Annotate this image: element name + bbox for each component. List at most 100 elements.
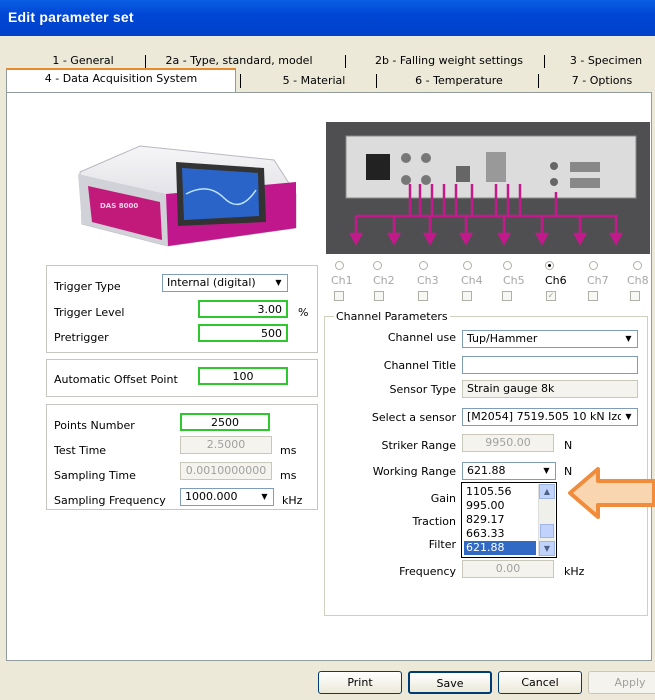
channel-label-8: Ch8 xyxy=(627,274,649,287)
striker-range-label: Striker Range xyxy=(381,439,456,452)
channel-radio-7[interactable] xyxy=(589,261,598,270)
tab-material[interactable]: 5 - Material xyxy=(256,72,372,90)
offset-input[interactable]: 100 xyxy=(198,367,288,385)
trigger-type-value: Internal (digital) xyxy=(167,276,256,289)
tab-falling-weight[interactable]: 2b - Falling weight settings xyxy=(361,52,537,70)
device-logo-text: DAS 8000 xyxy=(100,202,138,210)
channel-use-select[interactable]: Tup/Hammer ▼ xyxy=(462,330,638,348)
print-button[interactable]: Print xyxy=(318,671,402,694)
title-bar: Edit parameter set xyxy=(0,0,655,36)
working-range-label: Working Range xyxy=(372,465,456,478)
trigger-level-input[interactable]: 3.00 xyxy=(198,300,288,318)
frequency-label: Frequency xyxy=(399,565,456,578)
channel-radio-6[interactable] xyxy=(545,261,554,270)
channel-title-input[interactable] xyxy=(462,356,638,374)
orange-arrow-icon xyxy=(568,467,655,519)
window-title: Edit parameter set xyxy=(8,9,134,25)
striker-range-input: 9950.00 xyxy=(462,434,554,452)
trigger-level-label: Trigger Level xyxy=(54,306,125,319)
tab-data-acquisition[interactable]: 4 - Data Acquisition System xyxy=(6,68,236,92)
channel-radio-3[interactable] xyxy=(419,261,428,270)
channel-checkbox-3[interactable] xyxy=(418,291,428,301)
channel-label-5: Ch5 xyxy=(503,274,525,287)
sampling-frequency-unit: kHz xyxy=(282,494,303,507)
dropdown-scrollbar[interactable]: ▲ ▼ xyxy=(538,484,555,556)
filter-label: Filter xyxy=(428,538,456,551)
device-image: DAS 8000 xyxy=(48,124,316,254)
dropdown-option[interactable]: 1105.56 xyxy=(464,485,536,499)
sampling-frequency-value: 1000.000 xyxy=(185,490,238,503)
save-button[interactable]: Save xyxy=(408,671,492,694)
channel-checkbox-2[interactable] xyxy=(374,291,384,301)
chevron-down-icon: ▼ xyxy=(271,276,286,290)
sampling-time-unit: ms xyxy=(280,469,297,482)
apply-button[interactable]: Apply xyxy=(588,671,655,694)
frequency-unit: kHz xyxy=(564,565,585,578)
channel-checkbox-6[interactable]: ✓ xyxy=(546,291,556,301)
sensor-select[interactable]: [M2054] 7519.505 10 kN Izod ▼ xyxy=(462,408,638,426)
channel-label-6: Ch6 xyxy=(545,274,567,287)
trigger-type-select[interactable]: Internal (digital) ▼ xyxy=(162,274,288,292)
scroll-down-icon[interactable]: ▼ xyxy=(539,541,555,556)
chevron-down-icon: ▼ xyxy=(539,464,554,478)
dropdown-option[interactable]: 995.00 xyxy=(464,499,536,513)
sampling-frequency-select[interactable]: 1000.000 ▼ xyxy=(180,488,274,506)
channel-checkbox-1[interactable] xyxy=(334,291,344,301)
channel-use-label: Channel use xyxy=(387,331,456,344)
scroll-up-icon[interactable]: ▲ xyxy=(539,484,555,499)
working-range-value: 621.88 xyxy=(467,464,506,477)
channel-radio-1[interactable] xyxy=(335,261,344,270)
tab-separator xyxy=(538,74,539,88)
tab-separator xyxy=(145,55,146,68)
channel-checkbox-5[interactable] xyxy=(502,291,512,301)
channel-title-label: Channel Title xyxy=(383,359,456,372)
das-device-illustration: DAS 8000 xyxy=(78,145,297,247)
channel-radio-4[interactable] xyxy=(463,261,472,270)
chevron-down-icon: ▼ xyxy=(257,490,272,504)
working-range-dropdown-list[interactable]: 1105.56 995.00 829.17 663.33 621.88 ▲ ▼ xyxy=(461,482,557,558)
tab-separator xyxy=(376,74,377,88)
striker-range-unit: N xyxy=(564,439,573,452)
tab-separator xyxy=(345,55,346,68)
channel-label-4: Ch4 xyxy=(461,274,483,287)
channel-use-value: Tup/Hammer xyxy=(467,332,538,345)
traction-label: Traction xyxy=(412,515,456,528)
dropdown-option[interactable]: 663.33 xyxy=(464,527,536,541)
test-time-label: Test Time xyxy=(54,444,107,457)
channel-diagram xyxy=(326,122,650,254)
channel-label-3: Ch3 xyxy=(417,274,439,287)
test-time-input: 2.5000 xyxy=(180,436,272,454)
sampling-frequency-label: Sampling Frequency xyxy=(54,494,166,507)
sampling-time-label: Sampling Time xyxy=(54,469,136,482)
scroll-thumb[interactable] xyxy=(540,524,554,538)
tab-specimen[interactable]: 3 - Specimen xyxy=(562,52,650,70)
sampling-time-input: 0.0010000000 xyxy=(180,462,272,480)
channel-checkbox-8[interactable] xyxy=(630,291,640,301)
tab-options[interactable]: 7 - Options xyxy=(554,72,650,90)
channel-label-2: Ch2 xyxy=(373,274,395,287)
points-number-label: Points Number xyxy=(54,419,135,432)
working-range-select[interactable]: 621.88 ▼ xyxy=(462,462,556,480)
offset-label: Automatic Offset Point xyxy=(54,373,178,386)
dropdown-option[interactable]: 829.17 xyxy=(464,513,536,527)
channel-params-title: Channel Parameters xyxy=(334,310,450,323)
tab-temperature[interactable]: 6 - Temperature xyxy=(384,72,534,90)
pretrigger-label: Pretrigger xyxy=(54,331,109,344)
points-number-input[interactable]: 2500 xyxy=(180,413,270,431)
channel-label-1: Ch1 xyxy=(331,274,353,287)
dropdown-option-selected[interactable]: 621.88 xyxy=(464,541,536,555)
device-back-photo xyxy=(326,122,650,254)
channel-radio-8[interactable] xyxy=(633,261,642,270)
test-time-unit: ms xyxy=(280,444,297,457)
channel-checkbox-4[interactable] xyxy=(462,291,472,301)
trigger-level-unit: % xyxy=(298,306,309,319)
cancel-button[interactable]: Cancel xyxy=(498,671,582,694)
channel-radio-2[interactable] xyxy=(373,261,382,270)
frequency-input: 0.00 xyxy=(462,560,554,578)
channel-radio-5[interactable] xyxy=(503,261,512,270)
tab-separator xyxy=(240,74,241,88)
tab-row-front: 4 - Data Acquisition System 5 - Material… xyxy=(6,68,650,92)
sensor-value: [M2054] 7519.505 10 kN Izod xyxy=(467,410,631,423)
pretrigger-input[interactable]: 500 xyxy=(198,324,288,342)
channel-checkbox-7[interactable] xyxy=(588,291,598,301)
